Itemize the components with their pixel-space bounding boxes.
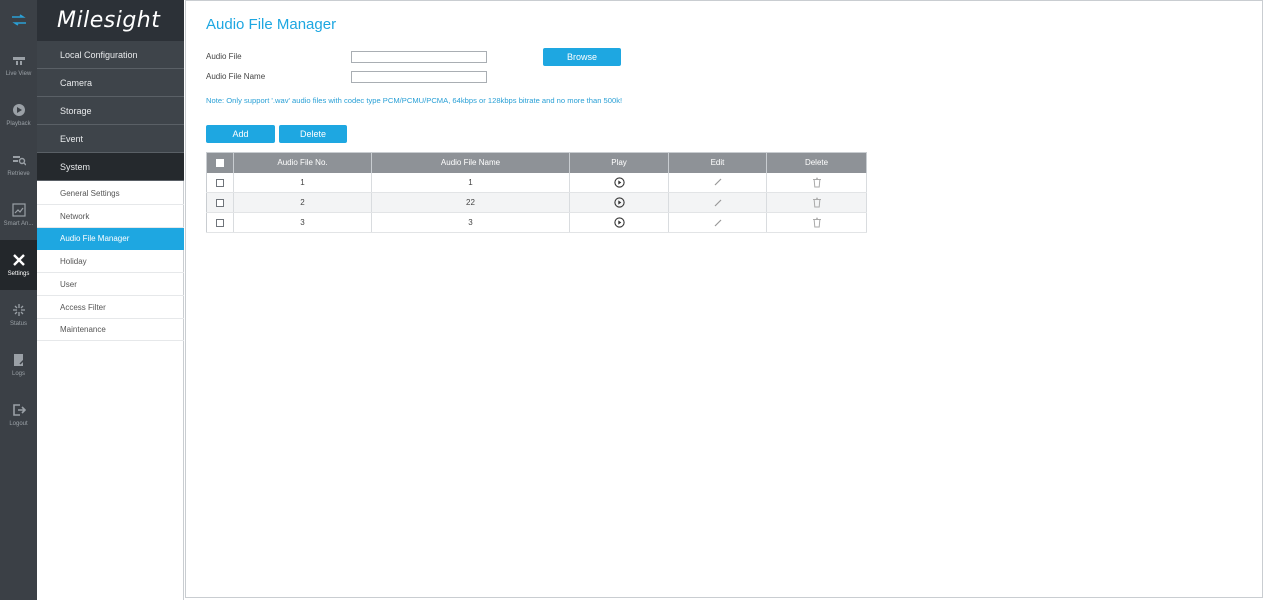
nav-camera[interactable]: Camera	[37, 69, 184, 97]
nav-holiday[interactable]: Holiday	[37, 251, 184, 273]
col-edit: Edit	[668, 152, 767, 173]
edit-pencil-icon[interactable]	[713, 218, 723, 228]
nav-network[interactable]: Network	[37, 206, 184, 228]
rail-label-logout: Logout	[9, 421, 28, 427]
logs-icon	[13, 354, 26, 366]
select-all-header	[206, 152, 234, 173]
audio-file-no: 1	[233, 172, 372, 193]
audio-file-name-label: Audio File Name	[206, 72, 266, 81]
nav-system[interactable]: System	[37, 153, 184, 181]
rail-label-status: Status	[9, 321, 27, 327]
table-header-row: Audio File No. Audio File Name Play Edit…	[206, 152, 867, 173]
rail-label-playback: Playback	[6, 121, 31, 127]
row-select-cell	[206, 192, 234, 213]
edit-cell	[668, 212, 767, 233]
page-title: Audio File Manager	[206, 16, 337, 33]
play-icon[interactable]	[613, 177, 625, 188]
rail-label-logs: Logs	[11, 371, 25, 377]
nav-general-settings[interactable]: General Settings	[37, 183, 184, 205]
swap-arrows-icon	[11, 14, 26, 26]
select-all-checkbox[interactable]	[216, 159, 224, 168]
play-cell	[569, 212, 669, 233]
play-cell	[569, 172, 669, 193]
trash-icon[interactable]	[812, 177, 822, 188]
nav-user[interactable]: User	[37, 274, 184, 296]
delete-cell	[766, 212, 867, 233]
edit-cell	[668, 172, 767, 193]
add-button[interactable]: Add	[206, 125, 275, 143]
table-row: 2 22	[206, 192, 867, 213]
rail-settings[interactable]: Settings	[0, 240, 37, 290]
nav-storage[interactable]: Storage	[37, 97, 184, 125]
audio-file-table: Audio File No. Audio File Name Play Edit…	[206, 152, 867, 233]
delete-button[interactable]: Delete	[279, 125, 347, 143]
rail-toggle[interactable]	[0, 0, 37, 40]
audio-file-input[interactable]	[351, 51, 487, 63]
playback-icon	[12, 104, 25, 116]
smart-analysis-icon	[11, 203, 26, 217]
edit-pencil-icon[interactable]	[713, 177, 723, 187]
audio-file-label: Audio File	[206, 52, 242, 61]
col-play: Play	[569, 152, 669, 173]
col-delete: Delete	[766, 152, 867, 173]
retrieve-icon	[12, 156, 26, 166]
row-checkbox[interactable]	[216, 218, 224, 227]
rail-logout[interactable]: Logout	[0, 390, 37, 440]
rail-retrieve[interactable]: Retrieve	[0, 140, 37, 190]
format-note: Note: Only support '.wav' audio files wi…	[206, 96, 623, 105]
rail-label-live-view: Live View	[5, 71, 32, 77]
row-checkbox[interactable]	[216, 178, 224, 187]
table-row: 1 1	[206, 172, 867, 193]
play-icon[interactable]	[613, 217, 625, 228]
nav-access-filter[interactable]: Access Filter	[37, 297, 184, 319]
live-view-icon	[12, 57, 25, 65]
audio-file-name-input[interactable]	[351, 71, 487, 83]
row-select-cell	[206, 212, 234, 233]
delete-cell	[766, 172, 867, 193]
audio-file-name: 3	[371, 212, 570, 233]
audio-file-no: 2	[233, 192, 372, 213]
col-audio-file-name: Audio File Name	[371, 152, 570, 173]
rail-logs[interactable]: Logs	[0, 340, 37, 390]
edit-pencil-icon[interactable]	[713, 198, 723, 208]
rail-status[interactable]: Status	[0, 290, 37, 340]
rail-label-settings: Settings	[7, 271, 30, 277]
rail-live-view[interactable]: Live View	[0, 40, 37, 90]
table-row: 3 3	[206, 212, 867, 233]
rail-label-retrieve: Retrieve	[7, 171, 30, 177]
edit-cell	[668, 192, 767, 213]
play-icon[interactable]	[613, 197, 625, 208]
rail-playback[interactable]: Playback	[0, 90, 37, 140]
logout-icon	[12, 404, 26, 416]
main-panel: Audio File Manager Audio File Browse Aud…	[185, 0, 1263, 598]
row-select-cell	[206, 172, 234, 193]
col-audio-file-no: Audio File No.	[233, 152, 372, 173]
nav-audio-file-manager[interactable]: Audio File Manager	[37, 228, 184, 250]
nav-event[interactable]: Event	[37, 125, 184, 153]
settings-nav: Milesight Local Configuration Camera Sto…	[37, 0, 184, 600]
brand-logo: Milesight	[37, 0, 184, 41]
nav-local-configuration[interactable]: Local Configuration	[37, 41, 184, 69]
nav-maintenance[interactable]: Maintenance	[37, 319, 184, 341]
audio-file-name: 22	[371, 192, 570, 213]
browse-button[interactable]: Browse	[543, 48, 621, 66]
rail-label-smart-analysis: Smart An...	[3, 221, 34, 227]
trash-icon[interactable]	[812, 197, 822, 208]
settings-icon	[12, 254, 25, 266]
delete-cell	[766, 192, 867, 213]
audio-file-no: 3	[233, 212, 372, 233]
rail-smart-analysis[interactable]: Smart An...	[0, 190, 37, 240]
icon-rail: Live View Playback Retrieve Smart An... …	[0, 0, 37, 600]
trash-icon[interactable]	[812, 217, 822, 228]
audio-file-name: 1	[371, 172, 570, 193]
status-icon	[12, 304, 25, 316]
row-checkbox[interactable]	[216, 198, 224, 207]
play-cell	[569, 192, 669, 213]
